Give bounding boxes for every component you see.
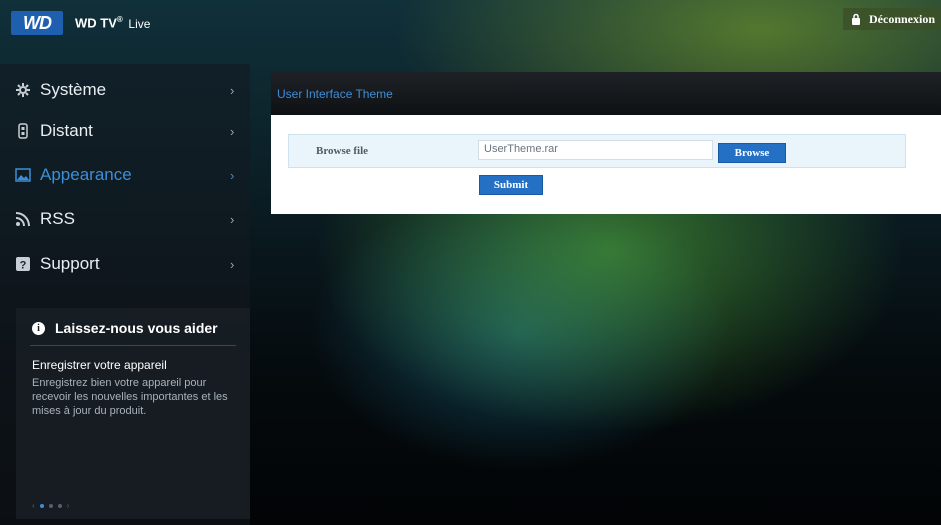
sidebar-item-rss[interactable]: RSS › — [0, 197, 250, 241]
logout-button[interactable]: Déconnexion — [843, 8, 941, 30]
browse-file-row: Browse file UserTheme.rar — [288, 134, 906, 168]
product-title: WD TV — [75, 15, 117, 31]
help-title-text: Laissez-nous vous aider — [55, 320, 218, 336]
help-subtitle[interactable]: Enregistrer votre appareil — [32, 358, 167, 372]
wd-logo-badge: WD — [11, 11, 63, 35]
chevron-right-icon: › — [230, 256, 235, 272]
sidebar-item-label: Appearance — [40, 165, 132, 184]
theme-panel: User Interface Theme Browse file UserThe… — [271, 72, 941, 214]
sidebar-item-label: RSS — [40, 209, 75, 228]
sidebar-item-systeme[interactable]: Système › — [0, 68, 250, 112]
chevron-right-icon: › — [230, 167, 235, 183]
sidebar-item-label: Distant — [40, 121, 93, 140]
carousel-pager[interactable]: ‹ › — [32, 501, 69, 510]
product-name: WD TV® Live — [75, 15, 150, 30]
picture-icon — [14, 166, 32, 184]
help-panel: i Laissez-nous vous aider Enregistrer vo… — [16, 308, 250, 519]
sidebar: Système › Distant › Appearance › RSS › ?… — [0, 64, 250, 525]
help-title: i Laissez-nous vous aider — [32, 320, 238, 336]
chevron-right-icon: › — [230, 123, 235, 139]
top-bar: WD WD TV® Live Déconnexion — [0, 0, 941, 54]
pager-dot[interactable] — [39, 503, 44, 508]
info-icon: i — [32, 321, 45, 335]
svg-text:?: ? — [20, 260, 27, 272]
divider — [30, 345, 236, 346]
gear-icon — [14, 81, 32, 99]
sidebar-item-label: Système — [40, 80, 107, 99]
sidebar-item-appearance[interactable]: Appearance › — [0, 153, 250, 197]
panel-title: User Interface Theme — [271, 72, 941, 115]
lock-icon — [851, 13, 861, 25]
sidebar-item-distant[interactable]: Distant › — [0, 109, 250, 153]
registered-mark: ® — [116, 15, 123, 25]
help-icon: ? — [14, 255, 32, 273]
pager-next-icon[interactable]: › — [67, 501, 70, 510]
sidebar-item-support[interactable]: ? Support › — [0, 242, 250, 286]
file-path-input[interactable]: UserTheme.rar — [478, 140, 713, 160]
chevron-right-icon: › — [230, 211, 235, 227]
pager-dot[interactable] — [57, 503, 62, 508]
chevron-right-icon: › — [230, 82, 235, 98]
pager-prev-icon[interactable]: ‹ — [32, 501, 35, 510]
help-text: Enregistrez bien votre appareil pour rec… — [32, 377, 228, 417]
browse-file-label: Browse file — [316, 145, 369, 157]
rss-icon — [14, 210, 32, 228]
logout-label: Déconnexion — [869, 11, 935, 26]
product-suffix: Live — [128, 16, 151, 31]
logo[interactable]: WD WD TV® Live — [11, 11, 150, 35]
remote-icon — [14, 122, 32, 140]
submit-button[interactable]: Submit — [479, 175, 543, 195]
browse-button[interactable]: Browse — [718, 143, 786, 163]
pager-dot[interactable] — [48, 503, 53, 508]
sidebar-item-label: Support — [40, 254, 100, 273]
